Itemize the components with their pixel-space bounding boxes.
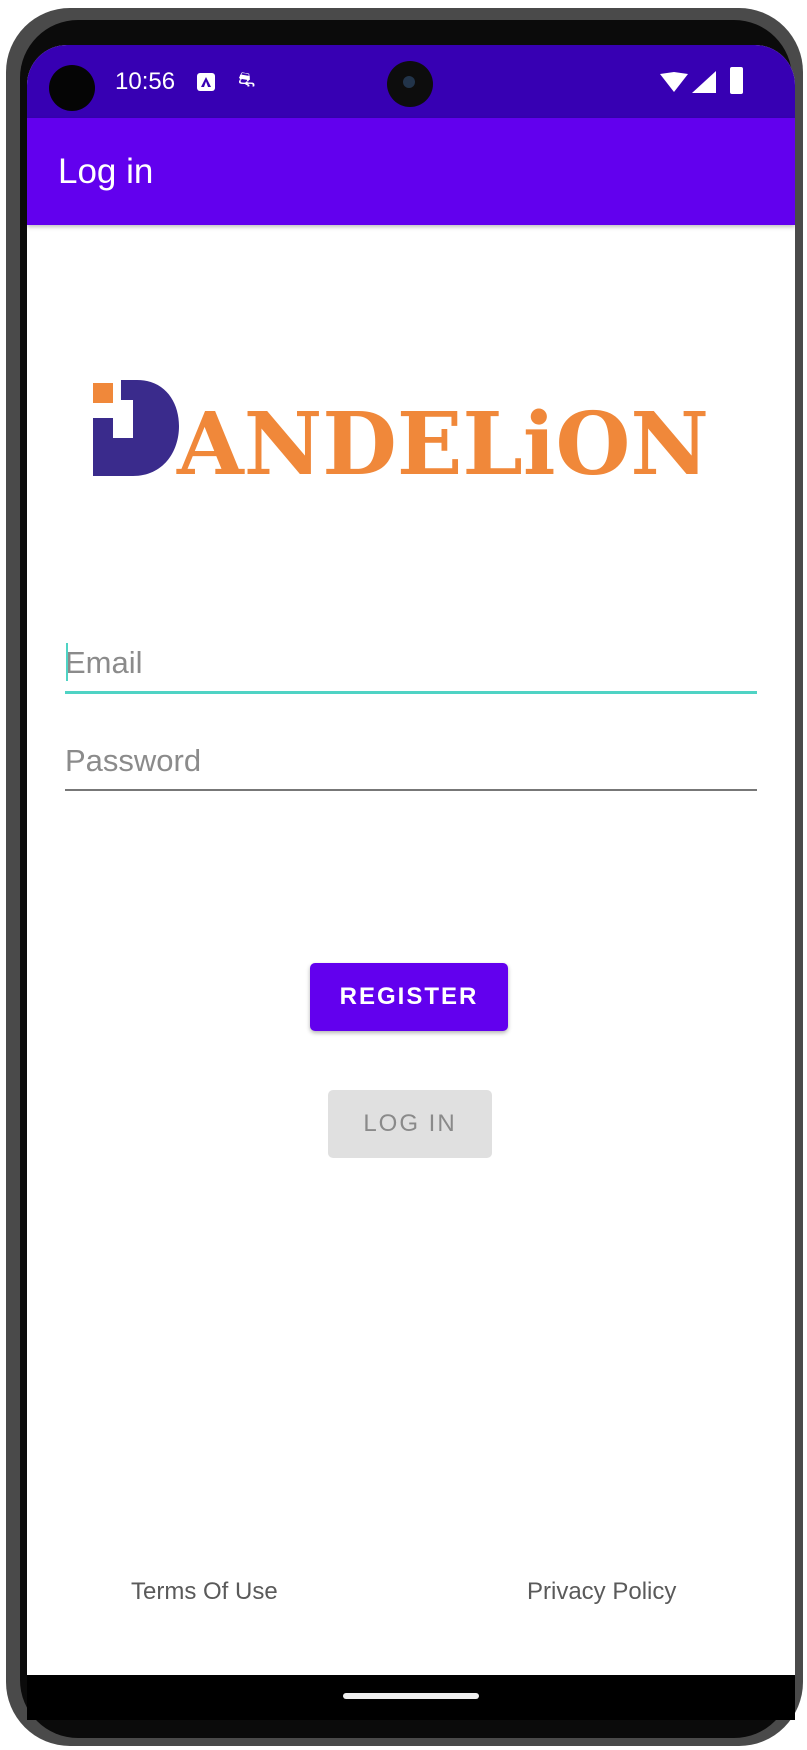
accessibility-icon [197, 73, 215, 91]
navigation-bar [27, 1675, 795, 1720]
status-bar: 10:56 ⛐ [27, 45, 795, 118]
front-camera-cutout [49, 65, 95, 111]
page-title: Log in [58, 152, 154, 191]
wifi-icon [660, 72, 688, 92]
password-field[interactable] [65, 743, 757, 791]
camera-icon [387, 61, 433, 107]
register-button[interactable]: REGISTER [310, 963, 508, 1031]
app-bar: Log in [27, 118, 795, 225]
login-button[interactable]: LOG IN [328, 1090, 492, 1158]
cell-signal-icon [692, 71, 716, 93]
bug-icon: ⛐ [238, 69, 256, 91]
email-input[interactable] [65, 645, 757, 691]
logo-wordmark: ANDELiON [176, 394, 709, 480]
status-time: 10:56 [115, 68, 176, 95]
dandelion-logo: ANDELiON [93, 380, 709, 480]
email-field[interactable] [65, 645, 757, 694]
privacy-policy-link[interactable]: Privacy Policy [527, 1578, 676, 1606]
logo-dot [93, 383, 113, 403]
terms-of-use-link[interactable]: Terms Of Use [131, 1578, 278, 1606]
text-cursor [66, 643, 68, 681]
app-screen: 10:56 ⛐ Log in ANDELiON REGISTER LOG IN … [27, 45, 795, 1675]
battery-icon [730, 67, 743, 94]
home-gesture-handle[interactable] [343, 1693, 479, 1699]
password-input[interactable] [65, 743, 757, 789]
